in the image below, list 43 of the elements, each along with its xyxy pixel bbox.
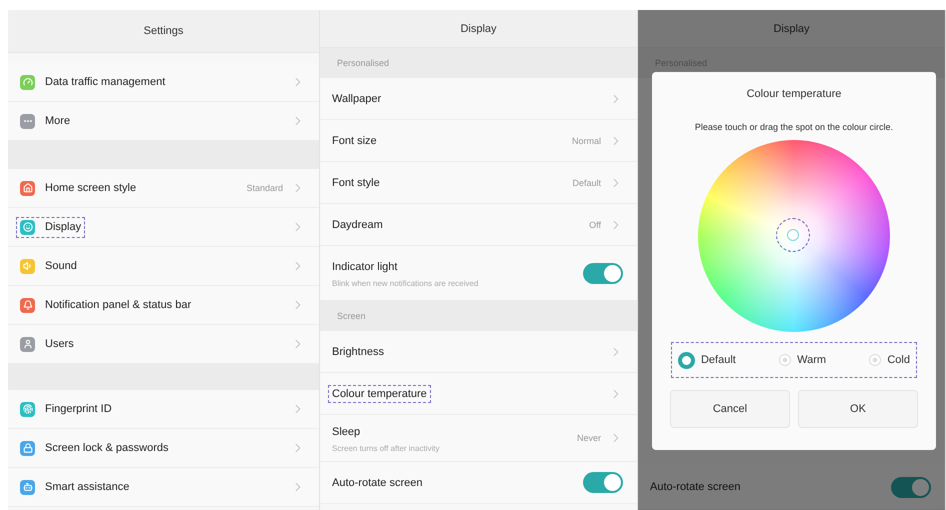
item-label: Screen lock & passwords [45, 442, 168, 454]
item-label: Sleep [332, 426, 360, 438]
item-label: Sound [45, 260, 77, 272]
item-label: Brightness [332, 346, 384, 358]
section-label: Screen [320, 301, 637, 331]
toggle-switch[interactable] [891, 476, 931, 498]
item-value: Standard [246, 183, 283, 193]
item-label: Font style [332, 176, 380, 188]
item-value: Normal [572, 136, 601, 146]
screen-title: Display [320, 10, 637, 48]
toggle-switch[interactable] [582, 262, 623, 284]
item-label: Indicator light [332, 261, 398, 273]
option-label: Default [700, 354, 736, 366]
item-label: Smart assistance [45, 481, 130, 493]
ok-button[interactable]: OK [798, 390, 918, 428]
section-label: Personalised [320, 48, 637, 78]
radio-button[interactable] [678, 352, 695, 368]
item-value: Default [572, 178, 601, 188]
item-subtitle: Blink when new notifications are received [332, 279, 478, 288]
toggle-switch[interactable] [582, 472, 623, 493]
item-value: Off [589, 220, 601, 230]
item-label: Daydream [332, 218, 383, 230]
item-label: Display [45, 221, 82, 233]
option-label: Cold [887, 354, 910, 366]
item-label: Colour temperature [332, 388, 427, 400]
item-subtitle: Screen turns off after inactivity [332, 444, 440, 453]
picker-spot[interactable] [776, 218, 810, 252]
item-label: Auto-rotate screen [332, 476, 422, 488]
item-label: Auto-rotate screen [650, 481, 740, 493]
item-label: Data traffic management [45, 76, 166, 88]
dialog-title: Colour temperature [746, 88, 842, 100]
item-label: Home screen style [45, 182, 136, 194]
screen-title: Settings [8, 10, 319, 53]
item-label: More [45, 115, 70, 127]
option-label: Warm [797, 354, 826, 366]
item-label: Notification panel & status bar [45, 299, 192, 311]
item-label: Fingerprint ID [45, 403, 112, 415]
item-label: Font size [332, 134, 377, 146]
item-value: Never [576, 433, 601, 443]
cancel-button[interactable]: Cancel [670, 390, 790, 428]
item-label: Wallpaper [332, 92, 382, 104]
dialog-instruction: Please touch or drag the spot on the colour circle. [694, 122, 894, 132]
item-label: Users [45, 338, 74, 350]
